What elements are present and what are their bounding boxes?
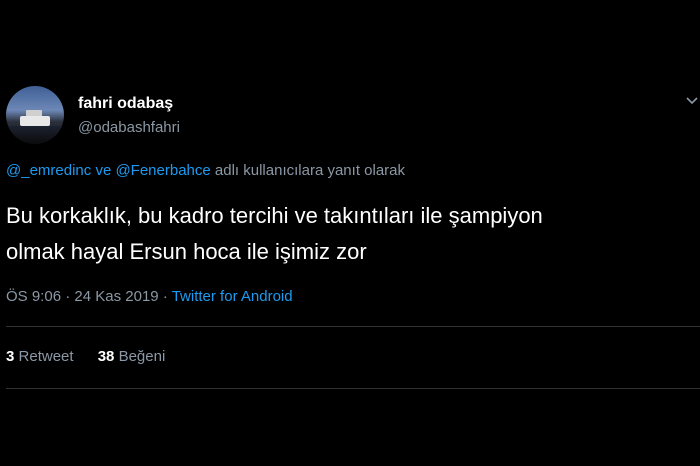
meta-separator-1: ·: [65, 288, 71, 305]
tweet-text-line-2: olmak hayal Ersun hoca ile işimiz zor: [6, 239, 367, 264]
retweet-count: 3: [6, 348, 15, 365]
username[interactable]: @odabashfahri: [78, 119, 180, 136]
avatar[interactable]: [6, 86, 64, 144]
tweet-stats: 3 Retweet 38 Beğeni: [6, 348, 185, 365]
reply-connector: ve: [95, 162, 112, 179]
reply-mention-emredinc[interactable]: @_emredinc: [6, 162, 91, 179]
retweet-stat[interactable]: 3 Retweet: [6, 348, 74, 365]
retweet-label: Retweet: [18, 348, 74, 365]
avatar-ship: [20, 116, 50, 126]
tweet-source-link[interactable]: Twitter for Android: [172, 288, 293, 305]
chevron-down-icon[interactable]: [684, 94, 700, 108]
divider-bottom: [6, 388, 700, 389]
divider-top: [6, 326, 700, 327]
like-stat[interactable]: 38 Beğeni: [98, 348, 166, 365]
like-label: Beğeni: [118, 348, 166, 365]
avatar-water: [6, 126, 64, 144]
reply-mention-fenerbahce[interactable]: @Fenerbahce: [115, 162, 210, 179]
display-name[interactable]: fahri odabaş: [78, 95, 173, 113]
reply-suffix: adlı kullanıcılara yanıt olarak: [214, 162, 406, 179]
tweet-text-line-1: Bu korkaklık, bu kadro tercihi ve takınt…: [6, 203, 543, 228]
meta-separator-2: ·: [162, 288, 168, 305]
reply-context: @_emredinc ve @Fenerbahce adlı kullanıcı…: [6, 162, 405, 179]
tweet-meta: ÖS 9:06 · 24 Kas 2019 · Twitter for Andr…: [6, 288, 293, 305]
tweet-text: Bu korkaklık, bu kadro tercihi ve takınt…: [6, 198, 696, 270]
tweet-date[interactable]: 24 Kas 2019: [74, 288, 158, 305]
like-count: 38: [97, 348, 115, 365]
tweet-time[interactable]: ÖS 9:06: [6, 288, 61, 305]
